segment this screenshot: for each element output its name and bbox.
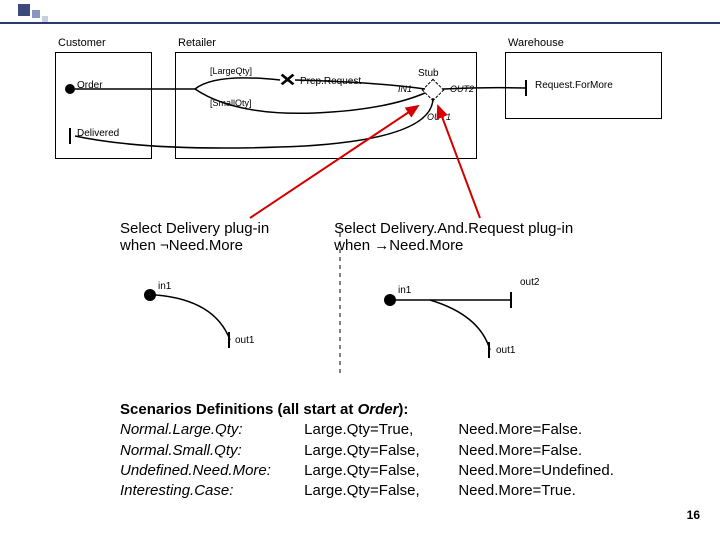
ucm-paths <box>55 38 665 198</box>
sub-left-in1: in1 <box>158 281 171 292</box>
slide-decoration <box>0 0 720 30</box>
caption-right-1: Select Delivery.And.Request plug-in <box>334 220 634 237</box>
scenario-row: Normal.Large.Qty: Large.Qty=True, Need.M… <box>120 420 680 440</box>
sub-right-out2: out2 <box>520 277 539 288</box>
scenarios-block: Scenarios Definitions (all start at Orde… <box>120 400 680 501</box>
sub-right-in1: in1 <box>398 285 411 296</box>
caption-left-2: when ¬Need.More <box>120 237 320 254</box>
scenario-row: Undefined.Need.More: Large.Qty=False, Ne… <box>120 461 680 481</box>
sub-right-out1: out1 <box>496 345 515 356</box>
plugin-captions: Select Delivery plug-in when ¬Need.More … <box>120 220 640 254</box>
scenario-row: Normal.Small.Qty: Large.Qty=False, Need.… <box>120 441 680 461</box>
scenarios-heading: Scenarios Definitions (all start at Orde… <box>120 400 680 420</box>
caption-right-2: when →Need.More <box>334 237 634 254</box>
scenario-row: Interesting.Case: Large.Qty=False, Need.… <box>120 481 680 501</box>
page-number: 16 <box>687 508 700 522</box>
caption-left-1: Select Delivery plug-in <box>120 220 320 237</box>
sub-left-out1: out1 <box>235 335 254 346</box>
plugin-diagrams: in1 out1 in1 out2 out1 <box>120 265 640 375</box>
ucm-diagram: Customer Retailer Warehouse Order Delive… <box>55 38 665 198</box>
